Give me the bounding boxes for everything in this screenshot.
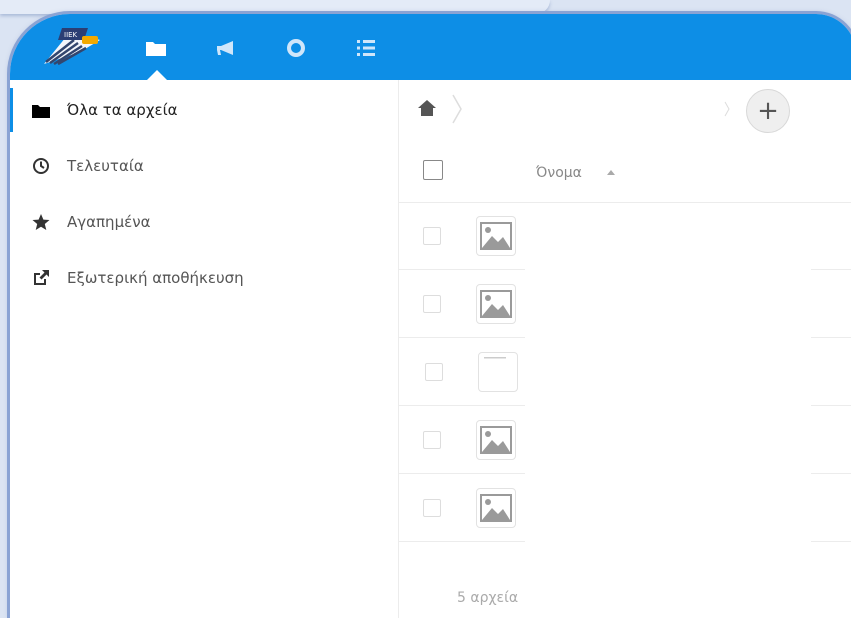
table-row[interactable] [399,474,851,542]
breadcrumb-separator-icon [724,101,730,117]
home-icon[interactable] [417,99,437,121]
sidebar-item-label: Όλα τα αρχεία [67,101,178,119]
active-nav-indicator [147,70,167,80]
sidebar: Όλα τα αρχεία Τελευταία Αγαπημένα Εξωτερ… [10,80,399,618]
breadcrumb-separator-icon [452,94,462,124]
row-checkbox[interactable] [423,227,441,245]
table-header: Όνομα [399,138,851,203]
select-all-checkbox[interactable] [423,160,443,180]
top-header: IIEK [10,14,851,80]
sidebar-item-external-storage[interactable]: Εξωτερική αποθήκευση [10,256,398,300]
table-row[interactable] [399,202,851,270]
row-checkbox[interactable] [423,499,441,517]
sidebar-item-recent[interactable]: Τελευταία [10,144,398,188]
nav-list-icon[interactable] [354,36,378,60]
nav-circle-o-icon[interactable] [284,36,308,60]
column-name-header[interactable]: Όνομα [536,165,582,181]
file-list-area: + Όνομα 5 αρχεία [399,80,851,618]
sidebar-item-favorites[interactable]: Αγαπημένα [10,200,398,244]
table-row[interactable] [399,270,851,338]
image-icon [476,420,516,460]
nav-megaphone-icon[interactable] [214,36,238,60]
nav-files-folder-icon[interactable] [144,36,168,60]
row-checkbox[interactable] [425,363,443,381]
external-link-icon [32,269,50,287]
image-icon [476,216,516,256]
sidebar-item-label: Εξωτερική αποθήκευση [67,269,244,287]
file-count-summary: 5 αρχεία [457,590,519,606]
table-row[interactable] [399,338,851,406]
table-row[interactable] [399,406,851,474]
star-icon [32,213,50,231]
row-checkbox[interactable] [423,431,441,449]
row-checkbox[interactable] [423,295,441,313]
file-icon [478,352,518,392]
svg-text:IIEK: IIEK [64,31,78,39]
sort-ascending-icon[interactable] [607,170,615,175]
clock-icon [32,157,50,175]
breadcrumb: + [399,80,851,138]
browser-tab-edge [0,0,550,14]
sidebar-item-all-files[interactable]: Όλα τα αρχεία [10,88,401,132]
folder-icon [32,101,50,119]
image-icon [476,488,516,528]
sidebar-item-label: Αγαπημένα [67,213,151,231]
image-icon [476,284,516,324]
app-logo[interactable]: IIEK [40,26,104,66]
sidebar-item-label: Τελευταία [67,157,144,175]
app-window: IIEK Όλα τα αρχεία Τελευταία Αγαπημένα Ε… [10,14,851,618]
add-new-button[interactable]: + [746,89,790,133]
